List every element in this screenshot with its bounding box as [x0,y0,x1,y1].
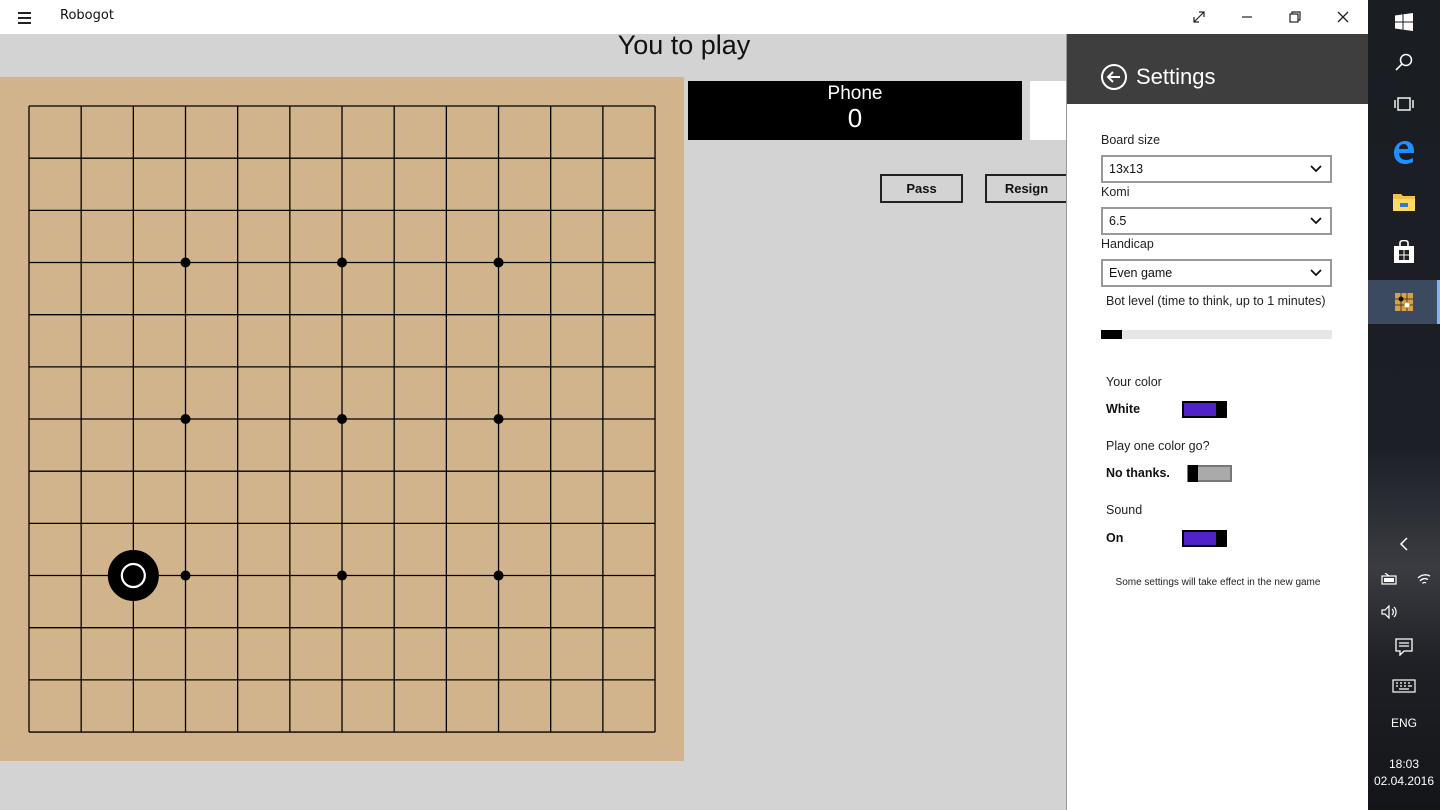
bot-level-slider[interactable] [1101,330,1332,339]
one-color-toggle[interactable] [1187,465,1232,482]
phone-player-name: Phone [827,83,883,104]
clock-date[interactable]: 02.04.2016 [1368,774,1440,788]
star-point [493,257,504,268]
settings-note: Some settings will take effect in the ne… [1115,577,1321,588]
star-point [180,414,191,425]
bot-level-slider-fill [1101,330,1122,339]
store-icon[interactable] [1368,236,1440,268]
star-point [337,570,348,581]
file-explorer-icon[interactable] [1368,186,1440,218]
hamburger-icon[interactable] [12,6,36,28]
star-point [180,570,191,581]
star-point [180,257,191,268]
star-point [493,570,504,581]
clock-time[interactable]: 18:03 [1368,757,1440,771]
battery-icon[interactable] [1368,568,1412,590]
windows-start-icon[interactable] [1368,8,1440,36]
your-score-panel [1030,81,1070,140]
star-point [493,414,504,425]
settings-pane: Settings Board size 13x13 Komi 6.5 Handi… [1066,34,1369,810]
sound-state: On [1106,531,1124,545]
your-color-label: Your color [1106,375,1162,389]
search-icon[interactable] [1368,48,1440,76]
board-size-label: Board size [1101,133,1161,147]
komi-value: 6.5 [1109,214,1127,228]
chevron-left-icon[interactable] [1368,532,1440,556]
action-center-icon[interactable] [1368,634,1440,660]
task-view-icon[interactable] [1368,90,1440,118]
board-size-value: 13x13 [1109,162,1144,176]
toggle-thumb[interactable] [1216,530,1226,547]
your-color-toggle[interactable] [1182,401,1227,418]
sound-toggle[interactable] [1182,530,1227,547]
one-color-label: Play one color go? [1106,439,1210,453]
taskbar: ENG 18:03 02.04.2016 [1368,0,1440,810]
star-point [337,257,348,268]
settings-title: Settings [1136,64,1216,89]
chevron-down-icon [1310,217,1322,225]
handicap-label: Handicap [1101,237,1154,251]
go-board[interactable] [0,77,684,761]
robogot-app-icon[interactable] [1368,280,1440,324]
language-indicator[interactable]: ENG [1368,716,1440,730]
app-title: Robogot [60,8,114,23]
chevron-down-icon [1310,165,1322,173]
wifi-icon[interactable] [1408,568,1440,590]
board-grid[interactable] [0,77,684,761]
keyboard-icon[interactable] [1368,674,1440,698]
fullscreen-icon[interactable] [1175,0,1223,34]
handicap-select[interactable]: Even game [1101,259,1332,287]
edge-icon[interactable] [1368,136,1440,168]
pass-button[interactable]: Pass [880,174,963,203]
settings-header: Settings [1067,34,1369,104]
phone-player-score: 0 [847,103,863,133]
resign-button[interactable]: Resign [985,174,1068,203]
bot-level-label: Bot level (time to think, up to 1 minute… [1106,294,1326,308]
restore-icon[interactable] [1271,0,1319,34]
board-size-select[interactable]: 13x13 [1101,155,1332,183]
minimize-icon[interactable] [1223,0,1271,34]
komi-label: Komi [1101,185,1130,199]
one-color-state: No thanks. [1106,466,1170,480]
komi-select[interactable]: 6.5 [1101,207,1332,235]
star-point [337,414,348,425]
volume-icon[interactable] [1368,600,1412,624]
close-icon[interactable] [1319,0,1367,34]
handicap-value: Even game [1109,266,1173,280]
chevron-down-icon [1310,269,1322,277]
toggle-thumb[interactable] [1188,465,1198,482]
sound-label: Sound [1106,503,1143,517]
phone-score-panel: Phone 0 [688,81,1022,140]
toggle-thumb[interactable] [1216,401,1226,418]
title-bar: Robogot [0,0,1368,34]
back-arrow-icon[interactable] [1100,63,1128,91]
black-stone [107,550,159,602]
your-color-state: White [1106,402,1141,416]
